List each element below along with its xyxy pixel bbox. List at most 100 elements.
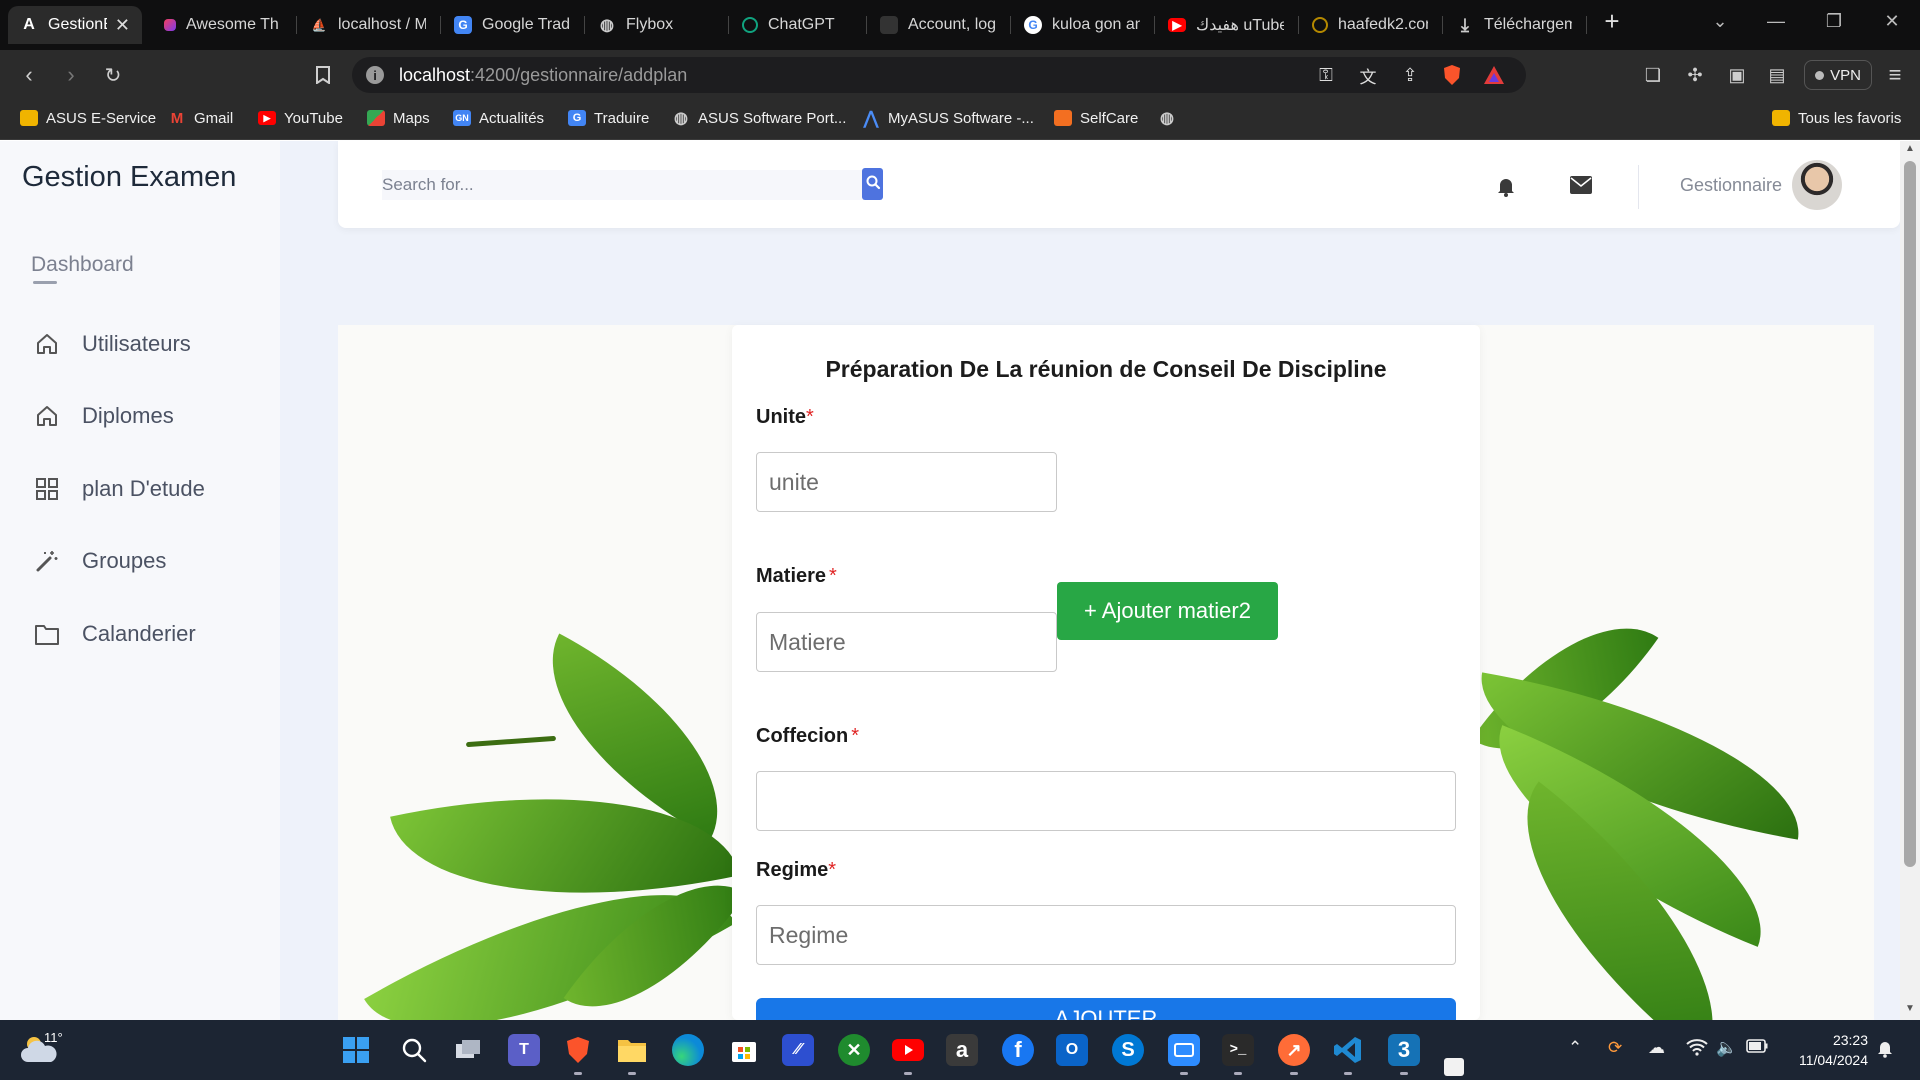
regime-label-text: Regime — [756, 859, 829, 881]
bookmark-traduire[interactable]: G Traduire — [568, 100, 649, 136]
onedrive-cloud-icon[interactable]: ☁ — [1648, 1038, 1665, 1058]
regime-input[interactable] — [756, 905, 1456, 965]
facebook-icon[interactable]: f — [1002, 1034, 1034, 1066]
vscode-icon[interactable] — [1332, 1034, 1364, 1066]
running-indicator — [1344, 1072, 1352, 1075]
minimize-icon[interactable]: — — [1756, 6, 1796, 36]
scrollbar-thumb[interactable] — [1904, 161, 1916, 867]
brave-shields-icon[interactable] — [1440, 64, 1464, 86]
bookmark-actualites[interactable]: GN Actualités — [453, 100, 544, 136]
notification-bell-icon[interactable] — [1876, 1038, 1894, 1063]
extensions-icon[interactable]: ✣ — [1682, 62, 1708, 88]
back-icon[interactable]: ‹ — [14, 60, 44, 90]
address-bar[interactable]: i localhost:4200/gestionnaire/addplan ⚿ … — [352, 57, 1526, 93]
search-button[interactable] — [862, 168, 883, 200]
tab-google-translate[interactable]: G Google Tradu — [442, 6, 582, 44]
volume-icon[interactable]: 🔈 — [1716, 1038, 1737, 1058]
wifi-icon[interactable] — [1686, 1038, 1708, 1061]
outlook-icon[interactable]: O — [1056, 1034, 1088, 1066]
scroll-up-icon[interactable]: ▲ — [1905, 143, 1915, 154]
sidebar-item-plan-etude[interactable]: plan D'etude — [34, 472, 205, 506]
coffecion-input[interactable] — [756, 771, 1456, 831]
tab-search-chevron-icon[interactable]: ⌄ — [1700, 6, 1740, 36]
amazon-icon[interactable]: a — [946, 1034, 978, 1066]
postman-icon[interactable]: ↗ — [1278, 1034, 1310, 1066]
bookmark-asus-software-portal[interactable]: ◍ ASUS Software Port... — [672, 100, 846, 136]
bookmark-selfcare[interactable]: SelfCare — [1054, 100, 1138, 136]
xbox-icon[interactable]: ✕ — [838, 1034, 870, 1066]
tab-awesome[interactable]: Awesome Th — [152, 6, 292, 44]
bookmark-youtube[interactable]: ▶ YouTube — [258, 100, 343, 136]
terminal-icon[interactable]: >_ — [1222, 1034, 1254, 1066]
new-tab-button[interactable]: + — [1592, 6, 1632, 36]
sidebar-item-utilisateurs[interactable]: Utilisateurs — [34, 327, 191, 361]
bookmark-myasus-software[interactable]: ⋀ MyASUS Software -... — [862, 100, 1034, 136]
tab-chatgpt[interactable]: ChatGPT — [730, 6, 870, 44]
tab-downloads[interactable]: ⤓ Téléchargem — [1444, 6, 1584, 44]
unite-input[interactable] — [756, 452, 1057, 512]
avatar[interactable] — [1792, 160, 1842, 210]
myasus-icon[interactable]: ⁄⁄ — [782, 1034, 814, 1066]
css3-icon[interactable]: 3 — [1388, 1034, 1420, 1066]
teams-icon[interactable]: T — [508, 1034, 540, 1066]
matiere-label-text: Matiere — [756, 565, 827, 587]
matiere-input[interactable] — [756, 612, 1057, 672]
all-bookmarks-folder[interactable]: Tous les favoris — [1772, 100, 1901, 136]
zoom-icon[interactable] — [1168, 1034, 1200, 1066]
battery-icon[interactable] — [1746, 1038, 1768, 1058]
skype-icon[interactable]: S — [1112, 1034, 1144, 1066]
tab-flybox[interactable]: ◍ Flybox — [586, 6, 726, 44]
menu-icon[interactable]: ≡ — [1882, 62, 1908, 88]
scroll-down-icon[interactable]: ▼ — [1905, 1003, 1915, 1014]
brave-icon[interactable] — [562, 1034, 594, 1066]
forward-icon[interactable]: › — [56, 60, 86, 90]
bookmark-label: Maps — [393, 109, 430, 127]
search-input[interactable] — [382, 170, 864, 200]
bookmark-gmail[interactable]: M Gmail — [168, 100, 233, 136]
tab-haafedk[interactable]: haafedk2.con — [1300, 6, 1440, 44]
sidebar-toggle-icon[interactable]: ▣ — [1724, 62, 1750, 88]
brave-rewards-icon[interactable] — [1482, 64, 1506, 86]
add-matiere-button[interactable]: + Ajouter matier2 — [1057, 582, 1278, 640]
share-icon[interactable]: ⇪ — [1398, 64, 1422, 86]
show-hidden-icons-chevron[interactable]: ⌃ — [1568, 1038, 1582, 1058]
sidebar-item-dashboard[interactable]: Dashboard — [31, 253, 134, 277]
calendar-widget-icon[interactable] — [1444, 1058, 1464, 1076]
sidebar-item-calanderier[interactable]: Calanderier — [34, 617, 196, 651]
task-view-icon[interactable] — [452, 1034, 484, 1066]
tab-phpmyadmin[interactable]: ⛵ localhost / M — [298, 6, 438, 44]
submit-button[interactable]: AJOUTER — [756, 998, 1456, 1020]
site-info-icon[interactable]: i — [366, 66, 384, 84]
store-icon[interactable] — [728, 1034, 760, 1066]
tab-youtube[interactable]: ▶ هفيدك uTube — [1156, 6, 1296, 44]
tab-gestion[interactable]: A GestionE ✕ — [8, 6, 142, 44]
bookmark-maps[interactable]: Maps — [367, 100, 430, 136]
close-tab-icon[interactable]: ✕ — [115, 15, 130, 36]
bookmark-globe[interactable]: ◍ — [1158, 100, 1184, 136]
close-window-icon[interactable]: ✕ — [1872, 6, 1912, 36]
file-explorer-icon[interactable] — [616, 1034, 648, 1066]
messages-envelope-icon[interactable] — [1570, 176, 1592, 194]
bookmark-page-icon[interactable] — [308, 60, 338, 90]
bookmark-asus-eservice[interactable]: ASUS E-Service — [20, 100, 156, 136]
sidebar-item-groupes[interactable]: Groupes — [34, 544, 166, 578]
tab-google-search[interactable]: G kuloa gon an — [1012, 6, 1152, 44]
wallet-copy-icon[interactable]: ❏ — [1640, 62, 1666, 88]
tab-account[interactable]: Account, log — [868, 6, 1008, 44]
user-name[interactable]: Gestionnaire — [1680, 175, 1782, 196]
reload-icon[interactable]: ↻ — [98, 60, 128, 90]
sidebar-item-diplomes[interactable]: Diplomes — [34, 399, 174, 433]
system-clock[interactable]: 23:23 11/04/2024 — [1782, 1030, 1868, 1070]
youtube-icon[interactable] — [892, 1034, 924, 1066]
key-icon[interactable]: ⚿ — [1314, 64, 1338, 86]
restore-icon[interactable]: ❐ — [1814, 6, 1854, 36]
tab-label: kuloa gon an — [1052, 16, 1140, 33]
edge-icon[interactable] — [672, 1034, 704, 1066]
windows-start-icon[interactable] — [340, 1034, 372, 1066]
wallet-icon[interactable]: ▤ — [1764, 62, 1790, 88]
vpn-button[interactable]: VPN — [1804, 60, 1872, 90]
sync-icon[interactable]: ⟳ — [1608, 1038, 1622, 1058]
translate-icon[interactable]: 文 — [1356, 64, 1380, 87]
notifications-bell-icon[interactable] — [1494, 174, 1518, 198]
search-icon[interactable] — [398, 1034, 430, 1066]
